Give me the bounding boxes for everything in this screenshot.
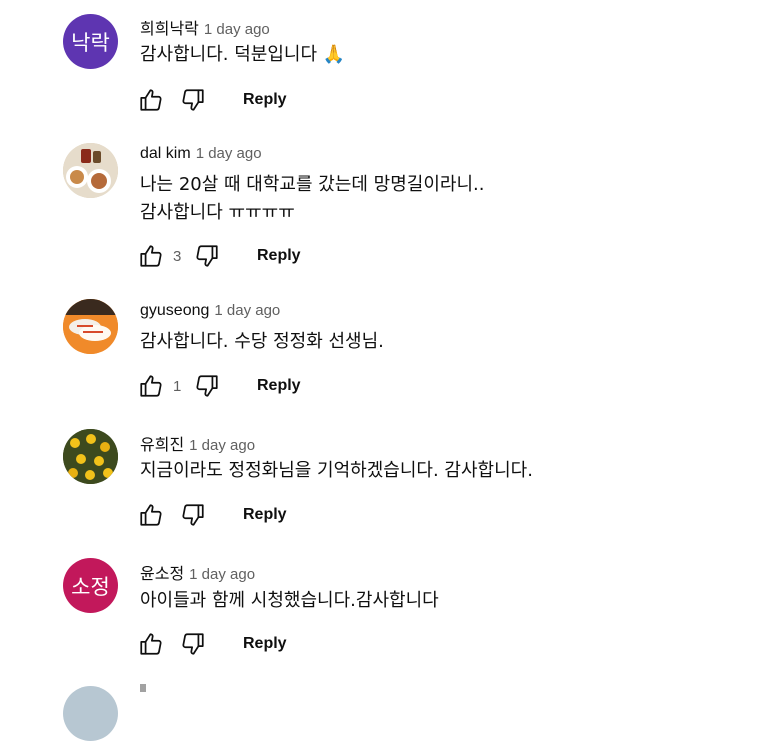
thumb-up-icon [140,245,162,267]
like-button[interactable] [137,501,165,529]
reply-button[interactable]: Reply [257,247,301,265]
avatar[interactable] [63,299,118,354]
comment-line: 아이들과 함께 시청했습니다.감사합니다 [140,590,439,611]
avatar[interactable] [63,143,118,198]
author-name[interactable]: 희희낙락 [140,15,199,39]
comment-time[interactable]: 1 day ago [189,566,255,583]
like-count: 3 [173,247,182,265]
thumb-up-icon [140,89,162,111]
dislike-button[interactable] [179,86,207,114]
dislike-button[interactable] [193,372,221,400]
like-count: 1 [173,377,182,395]
author-name[interactable]: 윤소정 [140,560,184,584]
comment-text: 지금이라도 정정화님을 기억하겠습니다. 감사합니다. [140,457,533,485]
comment-text: 아이들과 함께 시청했습니다.감사합니다 [140,587,439,615]
comment-line: 지금이라도 정정화님을 기억하겠습니다. 감사합니다. [140,460,533,481]
comment-text: 감사합니다. 수당 정정화 선생님. [140,328,384,356]
comment-line: 감사합니다. 덕분입니다 🙏 [140,44,346,65]
thumb-down-icon [182,89,204,111]
like-button[interactable] [137,372,165,400]
comment-header: 유희진 1 day ago [140,431,255,454]
dislike-button[interactable] [193,242,221,270]
dislike-button[interactable] [179,630,207,658]
comment-header: 윤소정 1 day ago [140,560,255,583]
comment-actions: 1 Reply [137,372,301,400]
flowers-photo-icon [63,429,118,484]
avatar-initials: 소정 [71,574,110,599]
comment-text: 나는 20살 때 대학교를 갔는데 망명길이라니.. 감사합니다 ㅠㅠㅠㅠ [140,171,484,227]
like-button[interactable] [137,242,165,270]
like-button[interactable] [137,86,165,114]
shoes-photo-icon [63,299,118,354]
thumb-up-icon [140,633,162,655]
avatar[interactable]: 소정 [63,558,118,613]
avatar[interactable]: 낙락 [63,14,118,69]
author-name[interactable]: dal kim [140,145,191,163]
reply-button[interactable]: Reply [257,377,301,395]
food-photo-icon [63,143,118,198]
comment-line: 나는 20살 때 대학교를 갔는데 망명길이라니.. [140,174,485,195]
dislike-button[interactable] [179,501,207,529]
comment-actions: Reply [137,501,287,529]
comment-text: 감사합니다. 덕분입니다 🙏 [140,41,345,69]
avatar[interactable] [63,429,118,484]
comment-header: dal kim 1 day ago [140,145,262,165]
comment-time[interactable]: 1 day ago [189,437,255,454]
comment-line: 감사합니다 ㅠㅠㅠㅠ [140,202,295,223]
comment-actions: 3 Reply [137,242,301,270]
comment-header: 희희낙락 1 day ago [140,15,270,38]
thumb-down-icon [196,375,218,397]
like-button[interactable] [137,630,165,658]
thumb-up-icon [140,504,162,526]
comment-time[interactable]: 1 day ago [204,21,270,38]
comment-time[interactable]: 1 day ago [196,145,262,162]
comment-header: gyuseong 1 day ago [140,302,280,322]
avatar-partial[interactable] [63,686,118,741]
reply-button[interactable]: Reply [243,506,287,524]
reply-button[interactable]: Reply [243,635,287,653]
comment-time[interactable]: 1 day ago [214,302,280,319]
author-name[interactable]: 유희진 [140,431,184,455]
thumb-down-icon [182,504,204,526]
thumb-down-icon [182,633,204,655]
comment-actions: Reply [137,630,287,658]
thumb-up-icon [140,375,162,397]
author-name[interactable]: gyuseong [140,302,209,320]
comment-line: 감사합니다. 수당 정정화 선생님. [140,331,384,352]
avatar-initials: 낙락 [71,30,110,55]
thumb-down-icon [196,245,218,267]
reply-button[interactable]: Reply [243,91,287,109]
comment-actions: Reply [137,86,287,114]
